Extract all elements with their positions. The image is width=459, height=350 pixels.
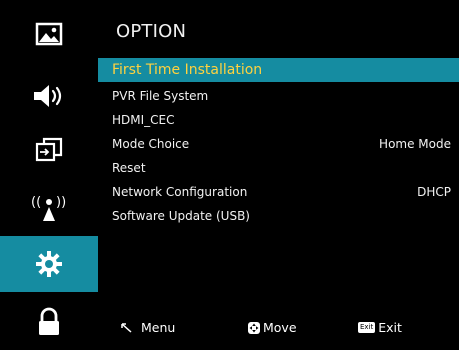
hint-exit: Exit Exit bbox=[358, 320, 402, 335]
sidebar: (( )) bbox=[0, 0, 98, 348]
sidebar-item-sound[interactable] bbox=[0, 68, 98, 124]
menu-item-label: PVR File System bbox=[112, 89, 209, 103]
sidebar-item-setup[interactable] bbox=[0, 236, 98, 292]
sidebar-item-source[interactable] bbox=[0, 121, 98, 177]
menu-item-network-configuration[interactable]: Network Configuration DHCP bbox=[98, 180, 459, 204]
footer-hints: Menu Move Exit Exit bbox=[98, 312, 459, 342]
menu-item-reset[interactable]: Reset bbox=[98, 156, 459, 180]
menu-item-pvr-file-system[interactable]: PVR File System bbox=[98, 84, 459, 108]
picture-icon bbox=[35, 22, 63, 46]
hint-menu-label: Menu bbox=[141, 320, 176, 335]
network-icon: (( )) bbox=[31, 195, 66, 221]
svg-text:)): )) bbox=[56, 195, 66, 210]
menu-item-label: Reset bbox=[112, 161, 146, 175]
hint-move: Move bbox=[248, 320, 297, 335]
source-icon bbox=[35, 137, 63, 162]
menu-item-hdmi-cec[interactable]: HDMI_CEC bbox=[98, 108, 459, 132]
menu-item-label: Mode Choice bbox=[112, 137, 190, 151]
gear-icon bbox=[36, 251, 62, 277]
menu-item-first-time-installation[interactable]: First Time Installation bbox=[98, 58, 459, 82]
hint-menu: Menu bbox=[120, 320, 175, 335]
option-panel: OPTION First Time Installation PVR File … bbox=[98, 0, 459, 348]
menu-item-label: Network Configuration bbox=[112, 185, 248, 199]
dpad-icon bbox=[248, 321, 260, 334]
menu-item-label: Software Update (USB) bbox=[112, 209, 250, 223]
sidebar-item-network[interactable]: (( )) bbox=[0, 180, 98, 236]
menu-item-value: DHCP bbox=[417, 185, 451, 199]
menu-item-mode-choice[interactable]: Mode Choice Home Mode bbox=[98, 132, 459, 156]
page-title: OPTION bbox=[116, 21, 187, 42]
return-arrow-icon bbox=[121, 322, 132, 333]
sidebar-item-picture[interactable] bbox=[0, 6, 98, 62]
hint-exit-label: Exit bbox=[378, 320, 402, 335]
sound-icon bbox=[34, 85, 62, 107]
menu-item-label: HDMI_CEC bbox=[112, 113, 175, 127]
exit-key-icon: Exit bbox=[358, 322, 376, 333]
svg-text:((: (( bbox=[31, 195, 41, 210]
menu-item-value: Home Mode bbox=[379, 137, 451, 151]
menu-item-label: First Time Installation bbox=[112, 62, 263, 78]
menu-item-software-update[interactable]: Software Update (USB) bbox=[98, 204, 459, 228]
hint-move-label: Move bbox=[263, 320, 297, 335]
sidebar-item-lock[interactable] bbox=[0, 294, 98, 350]
lock-icon bbox=[39, 307, 59, 335]
